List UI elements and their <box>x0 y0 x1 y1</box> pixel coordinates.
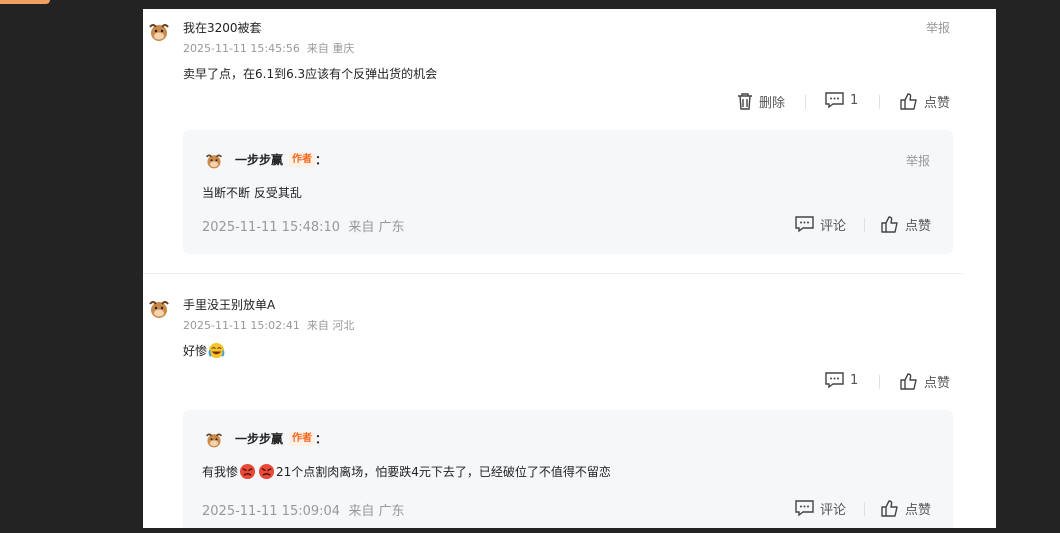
comment-meta: 2025-11-11 15:02:41 来自 河北 <box>183 317 354 333</box>
thumbs-up-icon <box>881 500 898 517</box>
reply-like-button[interactable]: 点赞 <box>881 499 931 518</box>
comments-panel: 我在3200被套 2025-11-11 15:45:56 来自 重庆 卖早了点，… <box>143 9 996 528</box>
thread-divider <box>143 273 963 274</box>
report-link[interactable]: 举报 <box>926 19 950 36</box>
like-label: 点赞 <box>924 96 951 111</box>
reply-location: 来自 广东 <box>348 220 405 235</box>
reply-comment-button[interactable]: 评论 <box>795 499 846 518</box>
report-link[interactable]: 举报 <box>906 152 930 169</box>
cow-avatar-icon[interactable] <box>148 21 170 43</box>
comment-timestamp: 2025-11-11 15:45:56 <box>183 42 300 55</box>
comment-meta: 2025-11-11 15:45:56 来自 重庆 <box>183 40 354 56</box>
comment-username[interactable]: 手里没王别放单A <box>183 296 275 313</box>
reply-colon: ： <box>315 153 328 167</box>
like-button[interactable]: 点赞 <box>900 92 950 111</box>
reply-timestamp: 2025-11-11 15:09:04 <box>202 504 341 519</box>
action-divider <box>864 502 865 516</box>
reply-location: 来自 广东 <box>348 504 405 519</box>
comment-bubble-icon <box>825 372 844 389</box>
comment-bubble-icon <box>795 216 814 233</box>
reply-text-prefix: 有我惨 <box>202 465 239 479</box>
reply-box: 一步步赢 作者 ： 举报 当断不断 反受其乱 2025-11-11 15:48:… <box>183 130 953 254</box>
thumbs-up-icon <box>881 216 898 233</box>
reply-colon: ： <box>315 432 328 446</box>
reply-author: 一步步赢 作者 ： <box>235 430 327 447</box>
reply-box: 一步步赢 作者 ： 有我惨 21个点割肉离场，怕要跌4元下去了，已经破位了不值得… <box>183 410 953 528</box>
thumbs-up-icon <box>900 93 917 110</box>
like-label: 点赞 <box>905 503 932 518</box>
reply-meta: 2025-11-11 15:09:04 来自 广东 <box>202 500 404 519</box>
angry-emoji <box>258 463 275 480</box>
cow-avatar-icon[interactable] <box>148 298 170 320</box>
delete-label: 删除 <box>759 96 786 111</box>
angry-emoji <box>239 463 256 480</box>
comment-label: 评论 <box>820 219 847 234</box>
comment-label: 评论 <box>820 503 847 518</box>
reply-count: 1 <box>850 373 859 388</box>
reply-like-button[interactable]: 点赞 <box>881 215 931 234</box>
thumbs-up-icon <box>900 373 917 390</box>
laughing-crying-emoji <box>208 342 225 359</box>
like-label: 点赞 <box>905 219 932 234</box>
reply-count-button[interactable]: 1 <box>825 92 858 109</box>
comment-text: 卖早了点，在6.1到6.3应该有个反弹出货的机会 <box>183 67 438 81</box>
reply-count-button[interactable]: 1 <box>825 372 858 389</box>
like-label: 点赞 <box>924 376 951 391</box>
reply-username[interactable]: 一步步赢 <box>235 430 283 447</box>
action-divider <box>805 95 806 109</box>
author-badge: 作者 <box>289 152 316 167</box>
delete-button[interactable]: 删除 <box>737 92 785 111</box>
comment-username[interactable]: 我在3200被套 <box>183 19 262 36</box>
reply-text: 当断不断 反受其乱 <box>202 186 302 200</box>
reply-count: 1 <box>850 93 859 108</box>
like-button[interactable]: 点赞 <box>900 372 950 391</box>
top-orange-tab <box>0 0 50 4</box>
reply-text-suffix: 21个点割肉离场，怕要跌4元下去了，已经破位了不值得不留恋 <box>276 465 611 479</box>
reply-author: 一步步赢 作者 ： <box>235 151 327 168</box>
action-divider <box>864 218 865 232</box>
comment-location: 来自 重庆 <box>306 42 355 55</box>
cow-avatar-icon[interactable] <box>205 152 223 170</box>
reply-text-row: 有我惨 21个点割肉离场，怕要跌4元下去了，已经破位了不值得不留恋 <box>202 463 611 480</box>
comment-bubble-icon <box>825 92 844 109</box>
reply-comment-button[interactable]: 评论 <box>795 215 846 234</box>
reply-username[interactable]: 一步步赢 <box>235 151 283 168</box>
comment-text-row: 好惨 <box>183 342 226 359</box>
action-divider <box>879 375 880 389</box>
comment-text: 好惨 <box>183 344 208 358</box>
reply-timestamp: 2025-11-11 15:48:10 <box>202 220 341 235</box>
comment-bubble-icon <box>795 500 814 517</box>
action-divider <box>879 95 880 109</box>
cow-avatar-icon[interactable] <box>205 431 223 449</box>
trash-icon <box>738 93 752 110</box>
comment-location: 来自 河北 <box>306 319 355 332</box>
reply-meta: 2025-11-11 15:48:10 来自 广东 <box>202 216 404 235</box>
comment-timestamp: 2025-11-11 15:02:41 <box>183 319 300 332</box>
author-badge: 作者 <box>289 431 316 446</box>
